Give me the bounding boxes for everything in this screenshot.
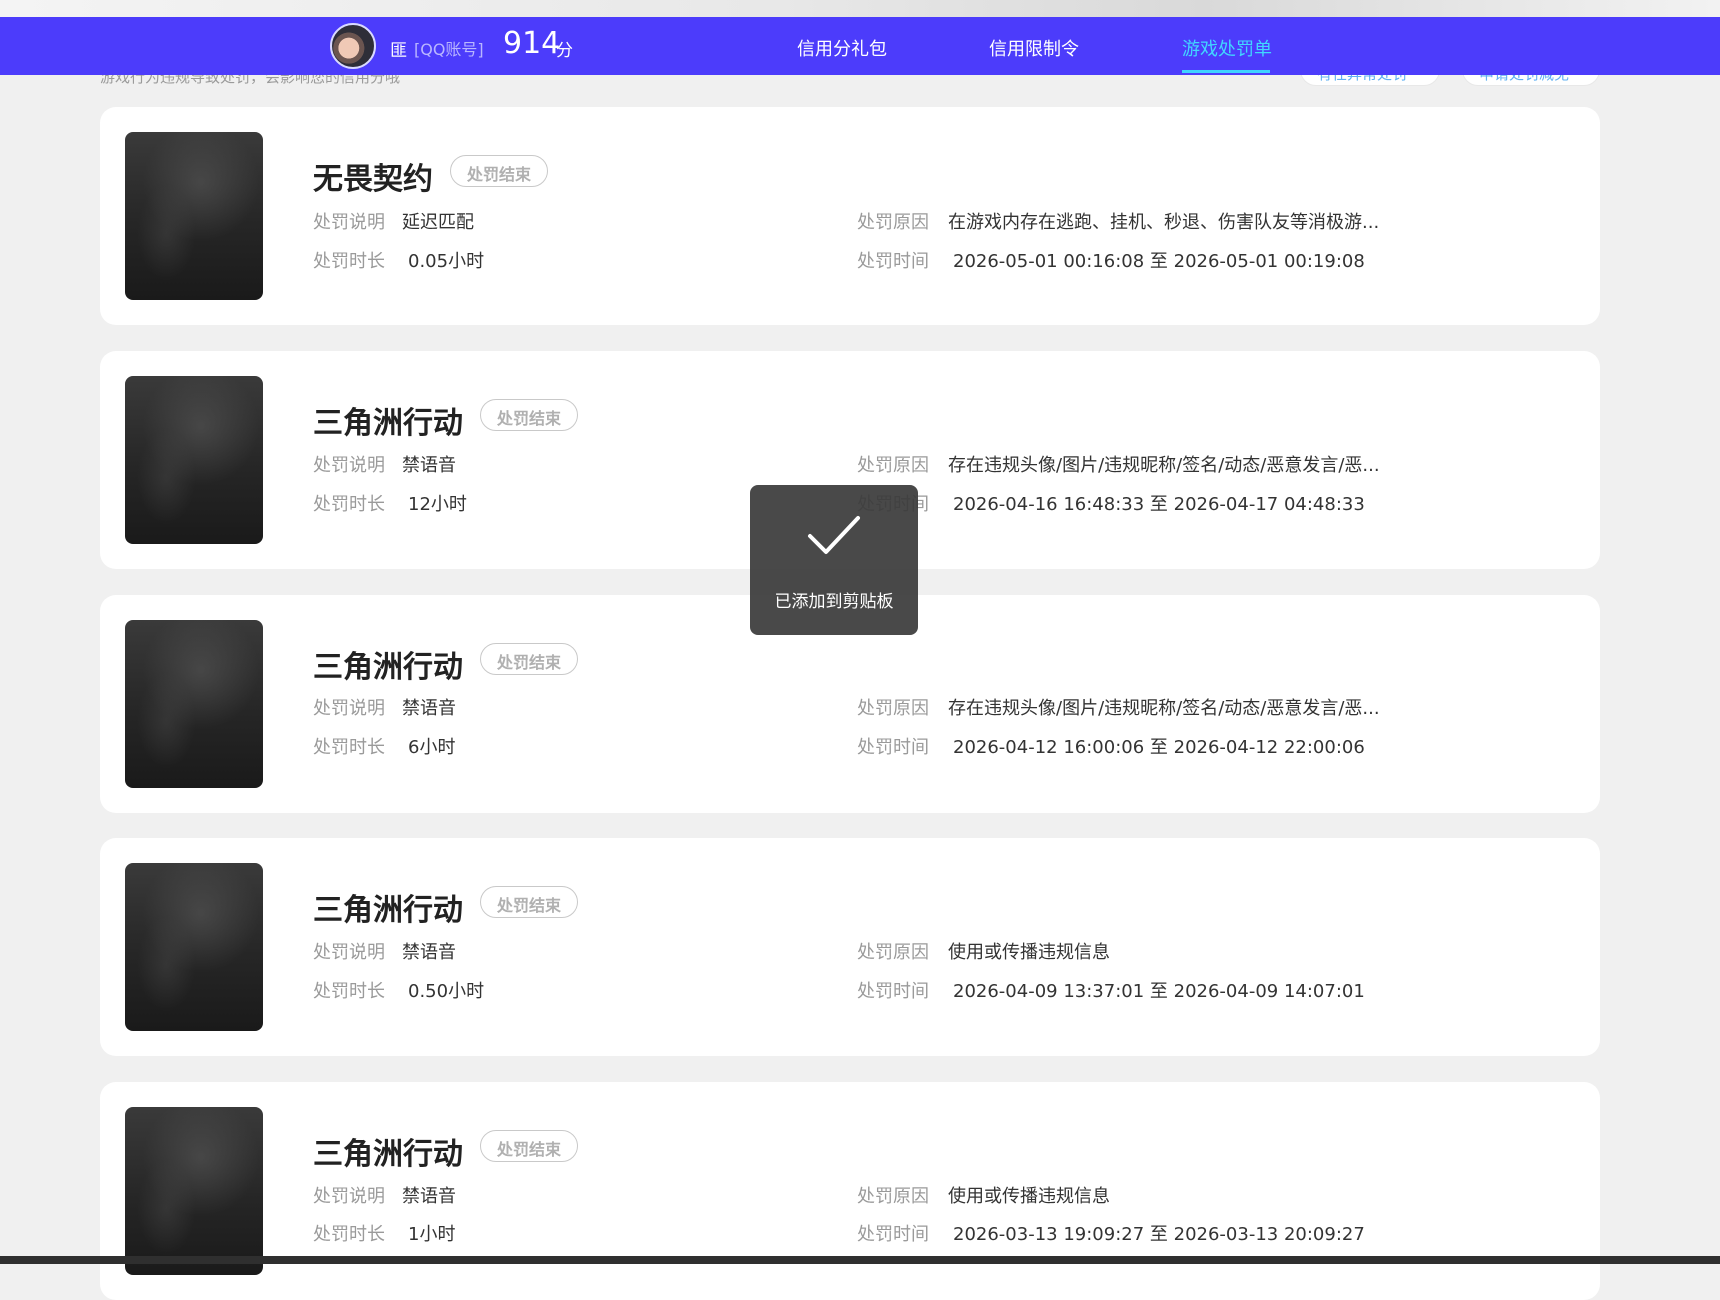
- reason-value: 存在违规头像/图片/违规昵称/签名/动态/恶意发言/恶...: [948, 455, 1380, 476]
- top-navbar: 匪 [QQ账号] 914 分 信用分礼包 信用限制令 游戏处罚单: [0, 17, 1720, 75]
- user-name: 匪: [390, 41, 407, 61]
- game-title: 无畏契约: [313, 162, 433, 197]
- punishment-card[interactable]: 三角洲行动 处罚结束 处罚说明 禁语音 处罚时长 0.50小时 处罚原因 使用或…: [100, 838, 1600, 1056]
- duration-label: 处罚时长: [313, 1224, 385, 1245]
- reason-value: 在游戏内存在逃跑、挂机、秒退、伤害队友等消极游...: [948, 212, 1380, 233]
- tab-credit-gift[interactable]: 信用分礼包: [797, 35, 887, 61]
- reason-label: 处罚原因: [857, 698, 929, 719]
- check-icon: [808, 516, 860, 554]
- clipboard-toast: 已添加到剪贴板: [750, 485, 918, 635]
- punishment-card[interactable]: 三角洲行动 处罚结束 处罚说明 禁语音 处罚时长 1小时 处罚原因 使用或传播违…: [100, 1082, 1600, 1300]
- game-thumbnail: [125, 132, 263, 300]
- bottom-bar: [0, 1256, 1720, 1264]
- tab-credit-restriction[interactable]: 信用限制令: [989, 35, 1079, 61]
- desc-label: 处罚说明: [313, 698, 385, 719]
- desc-value: 禁语音: [402, 698, 456, 719]
- reason-value: 使用或传播违规信息: [948, 942, 1110, 963]
- desc-label: 处罚说明: [313, 942, 385, 963]
- credit-score-unit: 分: [556, 41, 573, 61]
- reason-value: 使用或传播违规信息: [948, 1186, 1110, 1207]
- time-value: 2026-03-13 19:09:27 至 2026-03-13 20:09:2…: [953, 1224, 1365, 1245]
- punishment-card[interactable]: 无畏契约 处罚结束 处罚说明 延迟匹配 处罚时长 0.05小时 处罚原因 在游戏…: [100, 107, 1600, 325]
- game-title: 三角洲行动: [313, 893, 463, 928]
- status-badge: 处罚结束: [480, 399, 579, 431]
- credit-score: 914: [503, 26, 561, 61]
- desc-value: 禁语音: [402, 455, 456, 476]
- game-thumbnail: [125, 376, 263, 544]
- duration-label: 处罚时长: [313, 494, 385, 515]
- reason-label: 处罚原因: [857, 455, 929, 476]
- top-shade: [0, 0, 1720, 18]
- game-thumbnail: [125, 620, 263, 788]
- duration-label: 处罚时长: [313, 251, 385, 272]
- reason-value: 存在违规头像/图片/违规昵称/签名/动态/恶意发言/恶...: [948, 698, 1380, 719]
- toast-message: 已添加到剪贴板: [774, 592, 894, 612]
- game-thumbnail: [125, 1107, 263, 1275]
- desc-label: 处罚说明: [313, 455, 385, 476]
- avatar[interactable]: [330, 23, 376, 69]
- tab-game-punishment[interactable]: 游戏处罚单: [1182, 35, 1272, 61]
- game-title: 三角洲行动: [313, 1137, 463, 1172]
- duration-value: 0.50小时: [408, 981, 485, 1002]
- reason-label: 处罚原因: [857, 1186, 929, 1207]
- active-tab-indicator: [1182, 70, 1270, 73]
- time-label: 处罚时间: [857, 981, 929, 1002]
- desc-value: 禁语音: [402, 1186, 456, 1207]
- time-value: 2026-04-09 13:37:01 至 2026-04-09 14:07:0…: [953, 981, 1365, 1002]
- account-type: [QQ账号]: [414, 40, 484, 59]
- duration-label: 处罚时长: [313, 737, 385, 758]
- duration-value: 0.05小时: [408, 251, 485, 272]
- desc-value: 延迟匹配: [402, 212, 474, 233]
- desc-label: 处罚说明: [313, 212, 385, 233]
- status-badge: 处罚结束: [480, 643, 579, 675]
- duration-value: 1小时: [408, 1224, 456, 1245]
- time-label: 处罚时间: [857, 251, 929, 272]
- game-title: 三角洲行动: [313, 406, 463, 441]
- time-value: 2026-05-01 00:16:08 至 2026-05-01 00:19:0…: [953, 251, 1365, 272]
- status-badge: 处罚结束: [480, 886, 579, 918]
- reason-label: 处罚原因: [857, 942, 929, 963]
- duration-value: 12小时: [408, 494, 467, 515]
- game-thumbnail: [125, 863, 263, 1031]
- status-badge: 处罚结束: [480, 1130, 579, 1162]
- duration-value: 6小时: [408, 737, 456, 758]
- reason-label: 处罚原因: [857, 212, 929, 233]
- desc-label: 处罚说明: [313, 1186, 385, 1207]
- desc-value: 禁语音: [402, 942, 456, 963]
- time-label: 处罚时间: [857, 737, 929, 758]
- game-title: 三角洲行动: [313, 650, 463, 685]
- status-badge: 处罚结束: [450, 155, 549, 187]
- time-value: 2026-04-16 16:48:33 至 2026-04-17 04:48:3…: [953, 494, 1365, 515]
- time-value: 2026-04-12 16:00:06 至 2026-04-12 22:00:0…: [953, 737, 1365, 758]
- duration-label: 处罚时长: [313, 981, 385, 1002]
- time-label: 处罚时间: [857, 1224, 929, 1245]
